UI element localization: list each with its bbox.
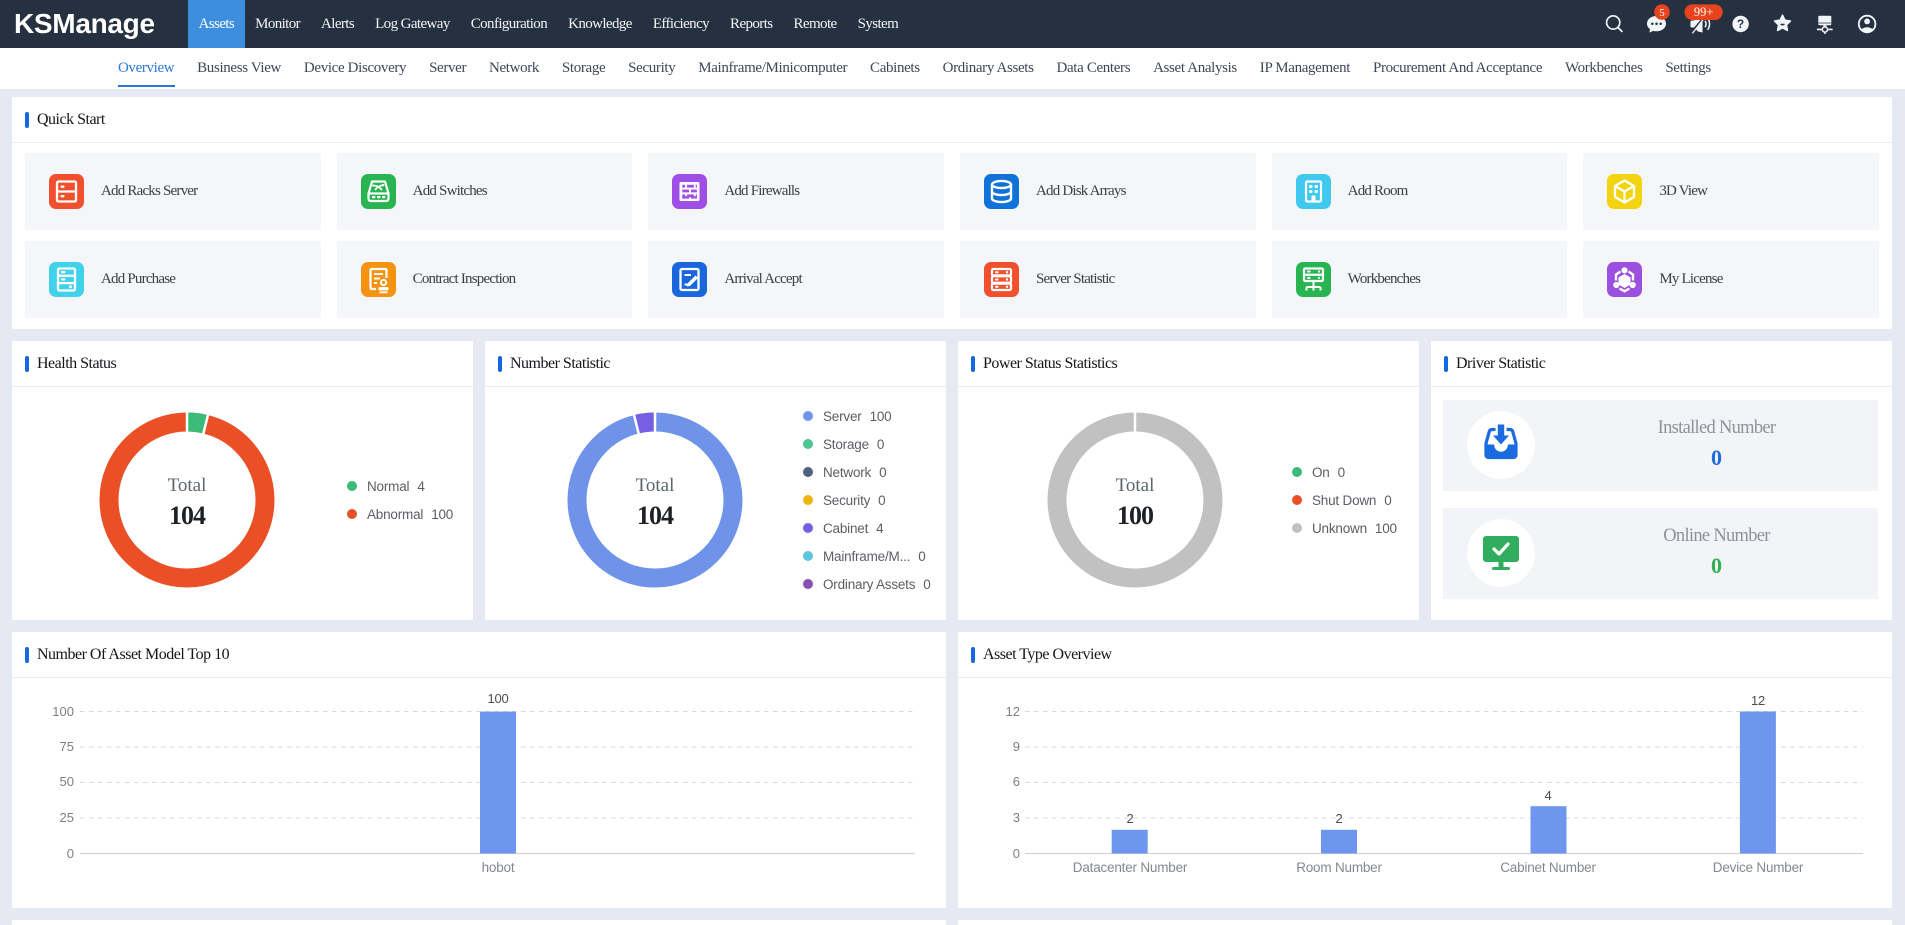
- svg-text:5: 5: [1659, 7, 1665, 19]
- svg-text:99+: 99+: [1694, 5, 1714, 19]
- svg-text:?: ?: [1737, 17, 1744, 31]
